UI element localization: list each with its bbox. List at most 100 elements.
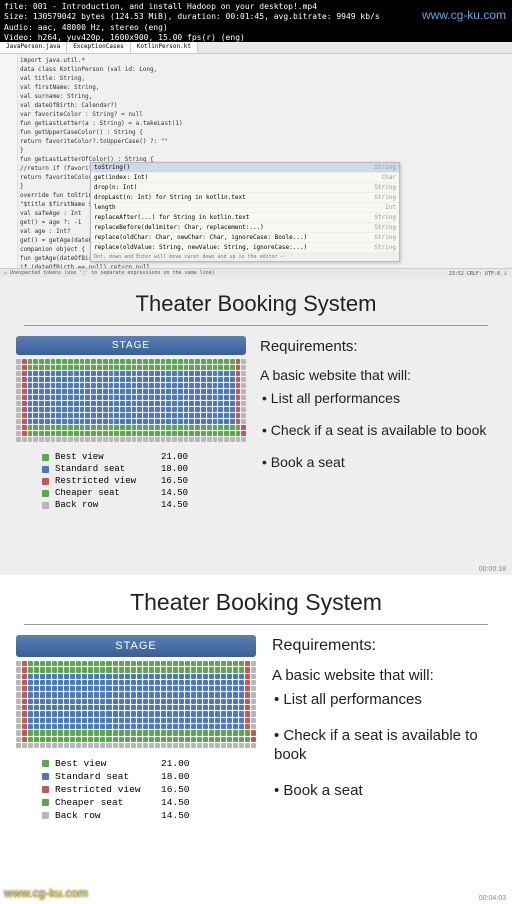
seat: [120, 425, 125, 430]
seat: [179, 718, 184, 723]
seat: [172, 401, 177, 406]
seat: [68, 401, 73, 406]
ide-tab-exceptions[interactable]: ExceptionCases: [67, 42, 131, 53]
seat: [207, 371, 212, 376]
seat: [178, 431, 183, 436]
seat: [16, 718, 21, 723]
autocomplete-item[interactable]: replaceAfter(...) for String in kotlin.t…: [91, 213, 399, 223]
seat: [172, 419, 177, 424]
seat: [207, 365, 212, 370]
code-line: return favoriteColor?.toUpperCase() ?: "…: [20, 137, 508, 146]
seat: [40, 692, 45, 697]
seat: [52, 686, 57, 691]
seat: [161, 377, 166, 382]
autocomplete-item[interactable]: replaceBefore(delimiter: Char, replaceme…: [91, 223, 399, 233]
seat: [239, 724, 244, 729]
legend-row: Cheaper seat14.50: [42, 797, 256, 808]
seat: [126, 401, 131, 406]
seat-row: [16, 425, 246, 430]
seat: [80, 407, 85, 412]
seat: [28, 359, 33, 364]
seat: [125, 730, 130, 735]
seat-row: [16, 737, 256, 742]
seat: [22, 711, 27, 716]
seat: [40, 699, 45, 704]
seat: [241, 377, 246, 382]
seat: [189, 419, 194, 424]
seat: [22, 737, 27, 742]
seat: [149, 686, 154, 691]
seat: [76, 699, 81, 704]
seat: [109, 407, 114, 412]
seat: [189, 359, 194, 364]
seat: [233, 718, 238, 723]
seat: [97, 371, 102, 376]
seat: [197, 661, 202, 666]
seat: [119, 743, 124, 748]
seat: [172, 395, 177, 400]
seat: [184, 407, 189, 412]
seat: [45, 419, 50, 424]
seat: [227, 711, 232, 716]
autocomplete-item[interactable]: replace(oldChar: Char, newChar: Char, ig…: [91, 233, 399, 243]
seat: [109, 389, 114, 394]
seat: [209, 718, 214, 723]
seat: [201, 413, 206, 418]
seat: [167, 680, 172, 685]
seat: [236, 359, 241, 364]
seat: [120, 389, 125, 394]
seat: [97, 401, 102, 406]
seat: [251, 667, 256, 672]
seat: [179, 737, 184, 742]
legend-label: Restricted view: [55, 784, 155, 795]
seat: [131, 705, 136, 710]
autocomplete-item[interactable]: get(index: Int)Char: [91, 173, 399, 183]
seat: [58, 724, 63, 729]
seat: [120, 377, 125, 382]
seat: [68, 425, 73, 430]
seat: [241, 425, 246, 430]
seat-row: [16, 401, 246, 406]
autocomplete-item[interactable]: toString()String: [91, 163, 399, 173]
seat: [45, 401, 50, 406]
seat: [173, 667, 178, 672]
seat: [106, 711, 111, 716]
seat: [85, 377, 90, 382]
seat: [126, 419, 131, 424]
seat: [137, 371, 142, 376]
seating-chart: STAGE Best view21.00Standard seat18.00Re…: [16, 635, 256, 823]
seat: [113, 718, 118, 723]
legend-label: Back row: [55, 810, 155, 821]
seat: [28, 407, 33, 412]
seat: [125, 686, 130, 691]
ide-autocomplete-popup[interactable]: toString()Stringget(index: Int)Chardrop(…: [90, 162, 400, 262]
seat: [221, 692, 226, 697]
seat: [22, 425, 27, 430]
seat: [33, 389, 38, 394]
seat: [120, 395, 125, 400]
seat-row: [16, 437, 246, 442]
seat: [33, 437, 38, 442]
seat: [209, 661, 214, 666]
seat: [149, 395, 154, 400]
legend-row: Standard seat18.00: [42, 771, 256, 782]
seat: [28, 413, 33, 418]
seat: [52, 711, 57, 716]
seat: [82, 661, 87, 666]
slide-title: Theater Booking System: [10, 583, 502, 624]
autocomplete-item[interactable]: replace(oldValue: String, newValue: Stri…: [91, 243, 399, 253]
req-item: Check if a seat is available to book: [262, 421, 496, 439]
autocomplete-item[interactable]: drop(n: Int)String: [91, 183, 399, 193]
seat: [155, 661, 160, 666]
ide-tab-java[interactable]: JavaPerson.java: [0, 42, 67, 53]
req-subheading: A basic website that will:: [272, 667, 496, 684]
seat: [179, 680, 184, 685]
autocomplete-item[interactable]: lengthInt: [91, 203, 399, 213]
ide-tab-kotlin[interactable]: KotlinPerson.kt: [131, 42, 198, 53]
seat: [113, 661, 118, 666]
seat: [161, 389, 166, 394]
seat: [189, 413, 194, 418]
autocomplete-item[interactable]: dropLast(n: Int) for String in kotlin.te…: [91, 193, 399, 203]
seat: [100, 718, 105, 723]
seat: [56, 407, 61, 412]
